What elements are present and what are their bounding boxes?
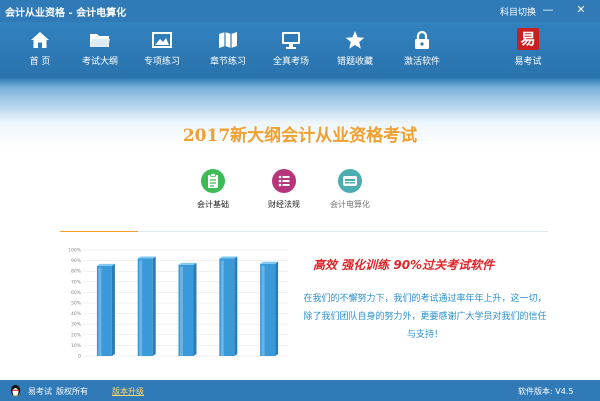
y-tick-label: 60%	[71, 290, 82, 296]
chart-bar	[260, 261, 279, 356]
status-brand: 易考试	[28, 387, 52, 396]
software-version: 软件版本: V4.5	[518, 387, 574, 396]
chart-ticks: 0 10% 20% 30% 40% 50% 60% 70% 80% 90% 100%	[68, 248, 82, 360]
y-tick-label: 100%	[68, 248, 82, 254]
qq-penguin-icon[interactable]	[9, 384, 22, 397]
chart-bar	[96, 263, 115, 356]
toolbar-label: 易考试	[514, 57, 542, 67]
section-divider	[60, 231, 138, 232]
subject-finance-law[interactable]: 财经法规	[249, 169, 319, 210]
toolbar-label: 激活软件	[403, 57, 440, 67]
title-bar: 会计从业资格 - 会计电算化 科目切换 — ✕	[0, 0, 600, 22]
brand-logo-icon: 易	[517, 28, 539, 50]
main-content: 2017新大纲会计从业资格考试 会计基础 财经法规 会计电算化 0 10% 20…	[0, 78, 600, 380]
main-toolbar: 首 页 考试大纲 专项练习 章节练习 全真考场 错题收藏 激活软件 易 易考试	[0, 22, 600, 78]
picture-icon	[152, 32, 172, 48]
toolbar-label: 章节练习	[209, 57, 246, 67]
subject-switch-button[interactable]: 科目切换	[500, 5, 536, 18]
folder-icon	[90, 34, 110, 47]
y-tick-label: 20%	[71, 332, 82, 338]
subject-label: 会计电算化	[330, 200, 370, 209]
description-text: 在我们的不懈努力下，我们的考试通过率年年上升，这一切，除了我们团队自身的努力外，…	[303, 294, 547, 340]
subject-accounting-basics[interactable]: 会计基础	[178, 169, 248, 210]
clipboard-icon	[201, 169, 225, 193]
status-copyright: 版权所有	[56, 387, 88, 396]
toolbar-label: 专项练习	[143, 57, 180, 67]
subject-label: 会计基础	[197, 200, 229, 209]
toolbar-label: 错题收藏	[336, 57, 373, 67]
computer-icon	[338, 169, 362, 193]
toolbar-brand[interactable]: 易 易考试	[500, 28, 556, 74]
slogan: 高效 强化训练 90%过关考试软件	[313, 258, 495, 272]
toolbar-label: 考试大纲	[81, 57, 118, 67]
subject-label: 财经法规	[268, 200, 300, 209]
subject-computerized-accounting[interactable]: 会计电算化	[315, 169, 385, 210]
update-version-link[interactable]: 版本升级	[112, 386, 144, 397]
minimize-button[interactable]: —	[541, 3, 555, 17]
page-headline: 2017新大纲会计从业资格考试	[182, 126, 418, 146]
lock-icon	[415, 30, 429, 49]
toolbar-label: 全真考场	[272, 57, 309, 67]
y-tick-label: 90%	[71, 258, 82, 264]
toolbar-exam-outline[interactable]: 考试大纲	[72, 28, 128, 74]
y-tick-label: 40%	[71, 311, 82, 317]
chart-bar	[178, 262, 197, 356]
pass-rate-chart: 0 10% 20% 30% 40% 50% 60% 70% 80% 90% 100%	[68, 248, 288, 360]
y-tick-label: 30%	[71, 322, 82, 328]
y-tick-label: 0	[78, 354, 81, 360]
close-button[interactable]: ✕	[574, 3, 588, 17]
section-divider	[138, 231, 548, 232]
toolbar-chapter-practice[interactable]: 章节练习	[200, 28, 256, 74]
star-icon	[345, 31, 365, 49]
window-title: 会计从业资格 - 会计电算化	[5, 8, 127, 19]
y-tick-label: 10%	[71, 343, 82, 349]
y-tick-label: 70%	[71, 279, 82, 285]
toolbar-activate[interactable]: 激活软件	[394, 28, 450, 74]
list-icon	[272, 169, 296, 193]
chart-bar	[219, 256, 238, 356]
monitor-icon	[282, 32, 300, 49]
toolbar-special-practice[interactable]: 专项练习	[134, 28, 190, 74]
toolbar-mock-exam[interactable]: 全真考场	[263, 28, 319, 74]
chart-bar	[137, 256, 156, 356]
map-icon	[219, 32, 237, 48]
toolbar-home[interactable]: 首 页	[12, 28, 68, 74]
y-tick-label: 50%	[71, 301, 82, 307]
toolbar-wrong-questions[interactable]: 错题收藏	[327, 28, 383, 74]
home-icon	[31, 32, 49, 48]
toolbar-label: 首 页	[29, 57, 51, 67]
status-bar: 易考试 版权所有 版本升级 软件版本: V4.5	[0, 380, 600, 401]
y-tick-label: 80%	[71, 269, 82, 275]
